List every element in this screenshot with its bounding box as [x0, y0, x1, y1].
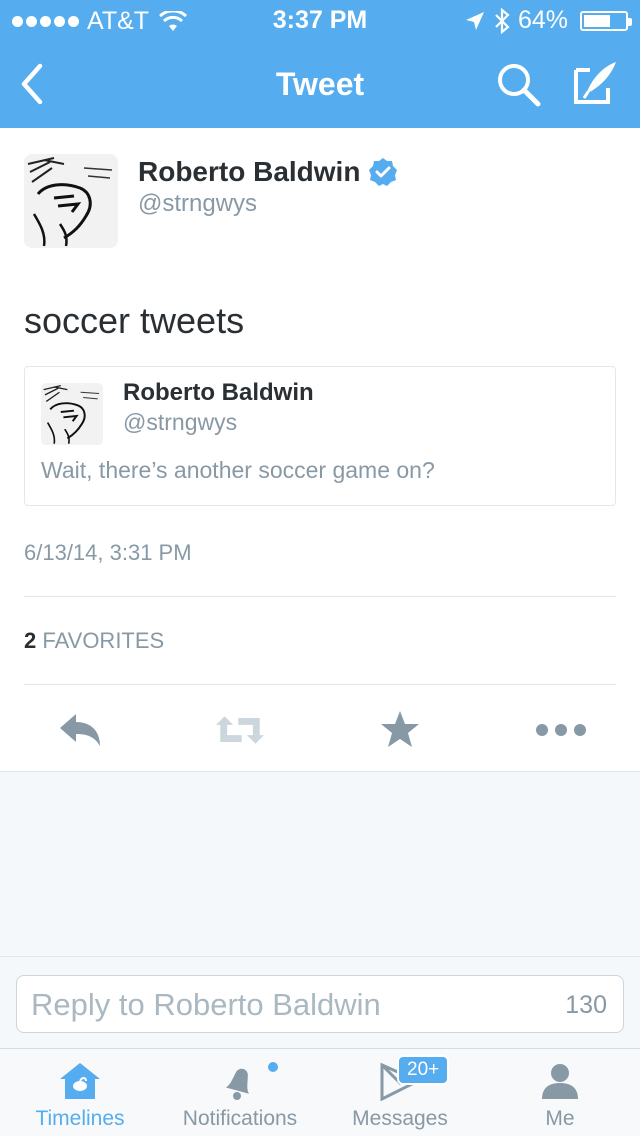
bluetooth-icon — [495, 7, 510, 34]
favorites-count[interactable]: 2 FAVORITES — [24, 628, 164, 654]
status-right: 64% — [464, 6, 632, 35]
character-count: 130 — [565, 991, 607, 1019]
quoted-author-name: Roberto Baldwin — [123, 379, 314, 406]
more-icon[interactable] — [534, 710, 588, 750]
quoted-tweet-text: Wait, there’s another soccer game on? — [41, 457, 435, 483]
messages-badge: 20+ — [397, 1055, 450, 1085]
reply-area: Reply to Roberto Baldwin 130 — [0, 956, 640, 1048]
tweet-text: soccer tweets — [24, 300, 245, 341]
author-name-text: Roberto Baldwin — [138, 156, 361, 187]
quoted-author-handle: @strngwys — [123, 409, 238, 435]
status-bar: AT&T 3:37 PM 64% — [0, 0, 640, 40]
search-icon[interactable] — [494, 60, 542, 108]
reply-placeholder: Reply to Roberto Baldwin — [31, 987, 381, 1022]
reply-input[interactable]: Reply to Roberto Baldwin 130 — [16, 975, 624, 1033]
notification-dot — [268, 1062, 278, 1072]
tweet-timestamp: 6/13/14, 3:31 PM — [24, 540, 192, 565]
page-title: Tweet — [275, 66, 365, 102]
tab-label: Messages — [352, 1107, 448, 1130]
author-name[interactable]: Roberto Baldwin — [138, 156, 398, 188]
avatar[interactable] — [24, 154, 118, 248]
location-arrow-icon — [465, 11, 484, 30]
battery-percent: 64% — [517, 6, 568, 34]
compose-icon[interactable] — [570, 58, 620, 108]
tweet-detail: Roberto Baldwin @strngwys soccer tweets … — [0, 128, 640, 772]
tab-label: Me — [545, 1107, 575, 1130]
reply-icon[interactable] — [56, 710, 104, 750]
tab-label: Timelines — [35, 1107, 125, 1130]
header: AT&T 3:37 PM 64% Tweet — [0, 0, 640, 128]
verified-badge-icon — [369, 158, 398, 186]
favorites-label: FAVORITES — [42, 628, 165, 653]
tab-label: Notifications — [182, 1107, 298, 1130]
avatar-sketch-icon — [27, 157, 113, 247]
retweet-icon[interactable] — [216, 710, 264, 750]
battery-icon — [580, 10, 632, 31]
divider — [24, 684, 616, 685]
tab-timelines[interactable]: Timelines — [0, 1049, 160, 1136]
quoted-avatar — [41, 383, 103, 445]
tab-bar: Timelines Notifications Messages Me — [0, 1048, 640, 1136]
star-icon[interactable] — [376, 710, 424, 750]
person-icon — [542, 1064, 578, 1099]
avatar-sketch-icon — [43, 384, 100, 444]
tab-notifications[interactable]: Notifications — [160, 1049, 320, 1136]
home-icon — [60, 1063, 100, 1099]
divider — [24, 596, 616, 597]
bell-icon — [225, 1068, 250, 1100]
tab-me[interactable]: Me — [480, 1049, 640, 1136]
favorites-number: 2 — [24, 628, 37, 653]
quoted-tweet[interactable]: Roberto Baldwin @strngwys Wait, there’s … — [24, 366, 616, 506]
author-handle[interactable]: @strngwys — [138, 190, 257, 218]
